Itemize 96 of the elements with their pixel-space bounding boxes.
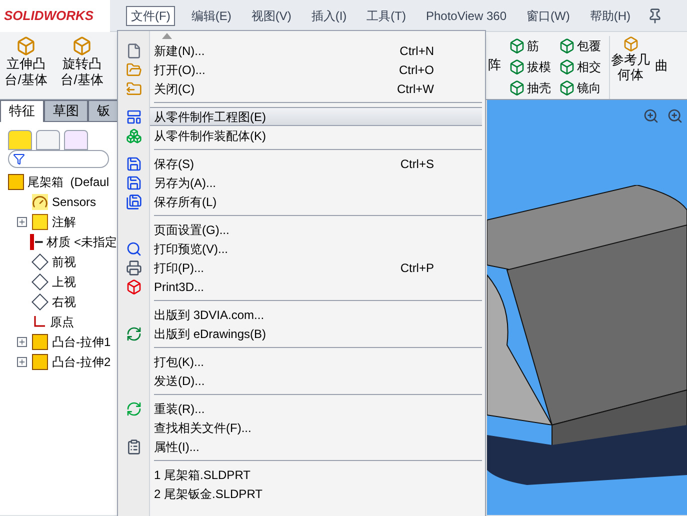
menu-item[interactable]: 属性(I)... bbox=[150, 437, 482, 456]
menu-item[interactable]: 打包(K)... bbox=[150, 352, 482, 371]
menu-item[interactable]: 2 尾架钣金.SLDPRT bbox=[150, 484, 482, 503]
extrude-feature-icon bbox=[32, 354, 48, 370]
toolbar-label[interactable]: 曲 bbox=[655, 56, 668, 99]
menu-item[interactable]: 页面设置(G)... bbox=[150, 220, 482, 239]
tree-item[interactable]: 凸台-拉伸2 bbox=[52, 353, 111, 371]
tree-item[interactable]: 前视 bbox=[52, 253, 76, 271]
tree-item[interactable]: 右视 bbox=[52, 293, 76, 311]
magnifier-icon bbox=[126, 240, 142, 256]
filter-field[interactable] bbox=[8, 150, 109, 168]
command-tab[interactable]: 草图 bbox=[44, 100, 88, 122]
drawing-sheet-icon bbox=[126, 108, 142, 124]
menu-bar-item[interactable]: 帮助(H) bbox=[586, 6, 634, 24]
command-tab[interactable]: 钣 bbox=[88, 100, 119, 122]
menu-item[interactable]: 1 尾架箱.SLDPRT bbox=[150, 465, 482, 484]
toolbar-button[interactable]: 抽壳 bbox=[509, 78, 551, 97]
menu-item[interactable]: 打印预览(V)... bbox=[150, 239, 482, 258]
plane-icon bbox=[32, 274, 48, 290]
menu-item[interactable]: 查找相关文件(F)... bbox=[150, 418, 482, 437]
boxes-icon bbox=[126, 128, 142, 144]
toolbar-button[interactable]: 镜向 bbox=[559, 78, 601, 97]
menu-item[interactable]: 保存所有(L) bbox=[150, 192, 482, 211]
plane-icon bbox=[32, 254, 48, 270]
tree-item[interactable]: 凸台-拉伸1 bbox=[52, 333, 111, 351]
menu-item[interactable]: 打印(P)... Ctrl+P bbox=[150, 258, 482, 277]
menu-item[interactable]: 关闭(C) Ctrl+W bbox=[150, 79, 482, 98]
shortcut-label: Ctrl+W bbox=[397, 80, 434, 98]
reload-icon bbox=[126, 400, 142, 416]
menu-bar-item[interactable]: 插入(I) bbox=[307, 6, 351, 24]
menu-bar-item[interactable]: 窗口(W) bbox=[522, 6, 574, 24]
feature-icon bbox=[559, 80, 575, 96]
command-tab[interactable]: 特征 bbox=[0, 100, 44, 122]
feature-icon bbox=[72, 36, 92, 56]
toolbar-button[interactable]: 筋 bbox=[509, 36, 551, 55]
shortcut-label: Ctrl+S bbox=[400, 156, 434, 172]
menu-item[interactable]: 打开(O)... Ctrl+O bbox=[150, 60, 482, 79]
zoom-icon[interactable] bbox=[643, 108, 659, 124]
menu-item[interactable]: 重装(R)... bbox=[150, 399, 482, 418]
shortcut-label: Ctrl+P bbox=[400, 260, 434, 276]
menu-item[interactable]: 出版到 eDrawings(B) bbox=[150, 324, 482, 343]
menu-item[interactable]: 发送(D)... bbox=[150, 371, 482, 390]
menu-item[interactable]: 新建(N)... Ctrl+N bbox=[150, 41, 482, 60]
extrude-feature-icon bbox=[32, 334, 48, 350]
feature-icon bbox=[16, 36, 36, 56]
toolbar-button[interactable]: 相交 bbox=[559, 57, 601, 76]
menu-item[interactable]: 另存为(A)... bbox=[150, 173, 482, 192]
feature-icon bbox=[509, 38, 525, 54]
feature-icon bbox=[509, 58, 525, 74]
pin-icon[interactable] bbox=[646, 8, 662, 24]
expand-icon[interactable] bbox=[17, 337, 27, 347]
expand-icon[interactable] bbox=[17, 357, 27, 367]
clipboard-icon bbox=[126, 438, 142, 454]
app-logo: SOLIDWORKS bbox=[0, 0, 110, 32]
filter-icon bbox=[13, 153, 25, 165]
zoom-icon[interactable] bbox=[667, 108, 683, 124]
feature-icon bbox=[559, 38, 575, 54]
menu-bar-item[interactable]: 视图(V) bbox=[247, 6, 296, 24]
toolbar-button[interactable]: 旋转凸 台/基体 bbox=[56, 32, 108, 99]
tree-item[interactable]: 原点 bbox=[50, 313, 74, 331]
document-icon bbox=[126, 42, 142, 58]
origin-icon bbox=[32, 315, 46, 329]
menu-item[interactable]: Print3D... bbox=[150, 277, 482, 296]
toolbar-button[interactable]: 拔模 bbox=[509, 57, 551, 76]
menu-item[interactable]: 从零件制作工程图(E) bbox=[150, 107, 482, 126]
property-manager-tab[interactable] bbox=[36, 130, 60, 150]
part-icon bbox=[8, 174, 24, 190]
shortcut-label: Ctrl+O bbox=[398, 62, 434, 78]
menu-item[interactable]: 出版到 3DVIA.com... bbox=[150, 305, 482, 324]
tree-item[interactable]: 注解 bbox=[52, 213, 76, 231]
feature-icon bbox=[509, 80, 525, 96]
toolbar-button[interactable]: 参考几 何体 bbox=[609, 36, 651, 99]
floppy-disks-icon bbox=[126, 194, 142, 210]
folder-icon bbox=[126, 62, 142, 78]
folder-icon bbox=[126, 80, 142, 96]
menu-bar-item[interactable]: 工具(T) bbox=[362, 6, 410, 24]
shortcut-label: Ctrl+N bbox=[400, 42, 434, 60]
menu-item[interactable]: 保存(S) Ctrl+S bbox=[150, 154, 482, 173]
menu-item[interactable]: 从零件制作装配体(K) bbox=[150, 126, 482, 145]
tree-item[interactable]: Sensors bbox=[52, 193, 96, 211]
tree-item[interactable]: 上视 bbox=[52, 273, 76, 291]
menu-bar-item[interactable]: 文件(F) bbox=[126, 6, 176, 26]
tree-root[interactable]: 尾架箱 (Defaul bbox=[28, 173, 109, 191]
plane-icon bbox=[32, 294, 48, 310]
toolbar-button[interactable]: 立伸凸 台/基体 bbox=[0, 32, 52, 99]
expand-icon[interactable] bbox=[17, 217, 27, 227]
annotation-icon bbox=[32, 214, 48, 230]
reference-geometry-icon bbox=[622, 36, 638, 52]
tree-item[interactable]: 材质 <未指定 bbox=[46, 233, 117, 251]
toolbar-label[interactable]: 阵 bbox=[488, 56, 501, 73]
menu-bar-item[interactable]: PhotoView 360 bbox=[422, 6, 510, 24]
menu-bar-item[interactable]: 编辑(E) bbox=[187, 6, 236, 24]
feature-icon bbox=[559, 58, 575, 74]
configuration-tab[interactable] bbox=[64, 130, 88, 150]
toolbar-button[interactable]: 包覆 bbox=[559, 36, 601, 55]
sensor-folder-icon bbox=[32, 194, 48, 210]
